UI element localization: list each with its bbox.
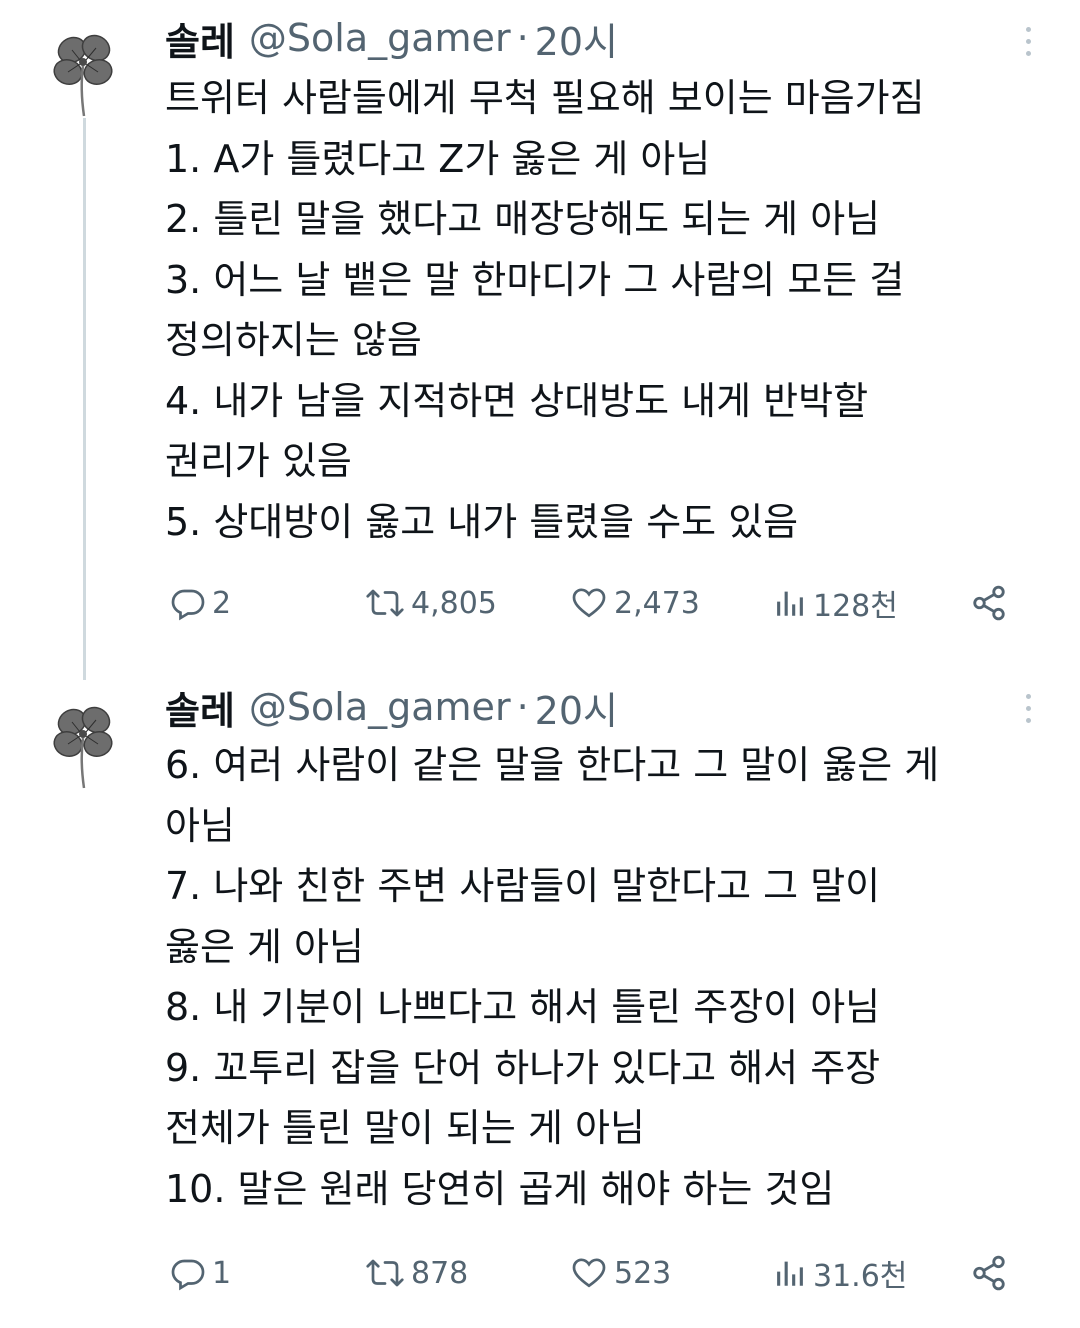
retweet-icon (365, 585, 405, 621)
view-count: 31.6천 (813, 1259, 908, 1294)
tweet-text-line: 4. 내가 남을 지적하면 상대방도 내게 반박할 (165, 378, 869, 423)
views-icon (773, 1255, 807, 1291)
tweet-text-line: 8. 내 기분이 나쁘다고 해서 틀린 주장이 아님 (165, 985, 881, 1029)
like-count: 2,473 (614, 585, 700, 621)
share-icon (970, 584, 1008, 622)
retweet-button[interactable]: 4,805 (365, 578, 497, 628)
user-handle[interactable]: @Sola_gamer (249, 16, 511, 60)
tweet-text-line: 권리가 있음 (165, 439, 352, 483)
tweet-text-line: 전체가 틀린 말이 되는 게 아님 (165, 1106, 645, 1150)
views-icon (773, 585, 807, 621)
more-icon[interactable] (1018, 683, 1038, 733)
clover-avatar-icon[interactable] (50, 700, 120, 790)
tweet-text-line: 6. 여러 사람이 같은 말을 한다고 그 말이 옳은 게 (165, 743, 940, 787)
timestamp[interactable]: 20시 (535, 11, 618, 66)
views-button[interactable]: 128천 (773, 578, 898, 628)
reply-icon (170, 1255, 206, 1291)
tweet[interactable]: 솔레 @Sola_gamer · 20시 6. 여러 사람이 같은 말을 한다고… (0, 665, 1080, 1328)
views-button[interactable]: 31.6천 (773, 1248, 907, 1298)
action-bar: 2 4,805 2,473 128천 (165, 578, 1025, 628)
retweet-icon (365, 1255, 405, 1291)
display-name[interactable]: 솔레 (165, 680, 235, 735)
tweet-text-line: 트위터 사람들에게 무척 필요해 보이는 마음가짐 (165, 76, 925, 120)
share-button[interactable] (970, 578, 1008, 628)
heart-icon (570, 1255, 608, 1291)
tweet-text-line: 10. 말은 원래 당연히 곱게 해야 하는 것임 (165, 1166, 835, 1211)
tweet-text-line: 5. 상대방이 옳고 내가 틀렸을 수도 있음 (165, 499, 799, 544)
separator-dot: · (516, 685, 529, 729)
view-count: 128천 (813, 589, 898, 624)
reply-button[interactable]: 2 (170, 578, 231, 628)
tweet[interactable]: 솔레 @Sola_gamer · 20시 트위터 사람들에게 무척 필요해 보이… (0, 0, 1080, 680)
share-button[interactable] (970, 1248, 1008, 1298)
tweet-text-line: 옳은 게 아님 (165, 924, 364, 969)
separator-dot: · (516, 16, 529, 60)
clover-avatar-icon[interactable] (50, 28, 120, 118)
tweet-text-line: 9. 꼬투리 잡을 단어 하나가 있다고 해서 주장 (165, 1045, 881, 1090)
tweet-text-line: 정의하지는 않음 (165, 318, 422, 362)
reply-count: 1 (212, 1255, 232, 1291)
thread-connector-line (83, 118, 86, 680)
timestamp[interactable]: 20시 (535, 680, 618, 735)
action-bar: 1 878 523 31.6천 (165, 1248, 1025, 1298)
tweet-text-line: 1. A가 틀렸다고 Z가 옳은 게 아님 (165, 136, 711, 181)
tweet-text-line: 아님 (165, 803, 235, 848)
heart-icon (570, 585, 608, 621)
reply-count: 2 (212, 585, 232, 621)
tweet-text-line: 7. 나와 친한 주변 사람들이 말한다고 그 말이 (165, 864, 881, 908)
tweet-text: 6. 여러 사람이 같은 말을 한다고 그 말이 옳은 게 아님 7. 나와 친… (165, 735, 1055, 1219)
reply-button[interactable]: 1 (170, 1248, 231, 1298)
like-count: 523 (614, 1255, 672, 1291)
like-button[interactable]: 523 (570, 1248, 671, 1298)
tweet-header: 솔레 @Sola_gamer · 20시 (165, 8, 618, 68)
tweet-text-line: 2. 틀린 말을 했다고 매장당해도 되는 게 아님 (165, 197, 881, 241)
retweet-button[interactable]: 878 (365, 1248, 468, 1298)
retweet-count: 878 (411, 1255, 469, 1291)
tweet-text: 트위터 사람들에게 무척 필요해 보이는 마음가짐 1. A가 틀렸다고 Z가 … (165, 68, 1055, 552)
reply-icon (170, 585, 206, 621)
tweet-header: 솔레 @Sola_gamer · 20시 (165, 677, 618, 737)
tweet-text-line: 3. 어느 날 뱉은 말 한마디가 그 사람의 모든 걸 (165, 257, 905, 302)
display-name[interactable]: 솔레 (165, 11, 235, 66)
like-button[interactable]: 2,473 (570, 578, 700, 628)
retweet-count: 4,805 (411, 585, 497, 621)
share-icon (970, 1254, 1008, 1292)
user-handle[interactable]: @Sola_gamer (249, 685, 511, 729)
more-icon[interactable] (1018, 16, 1038, 66)
